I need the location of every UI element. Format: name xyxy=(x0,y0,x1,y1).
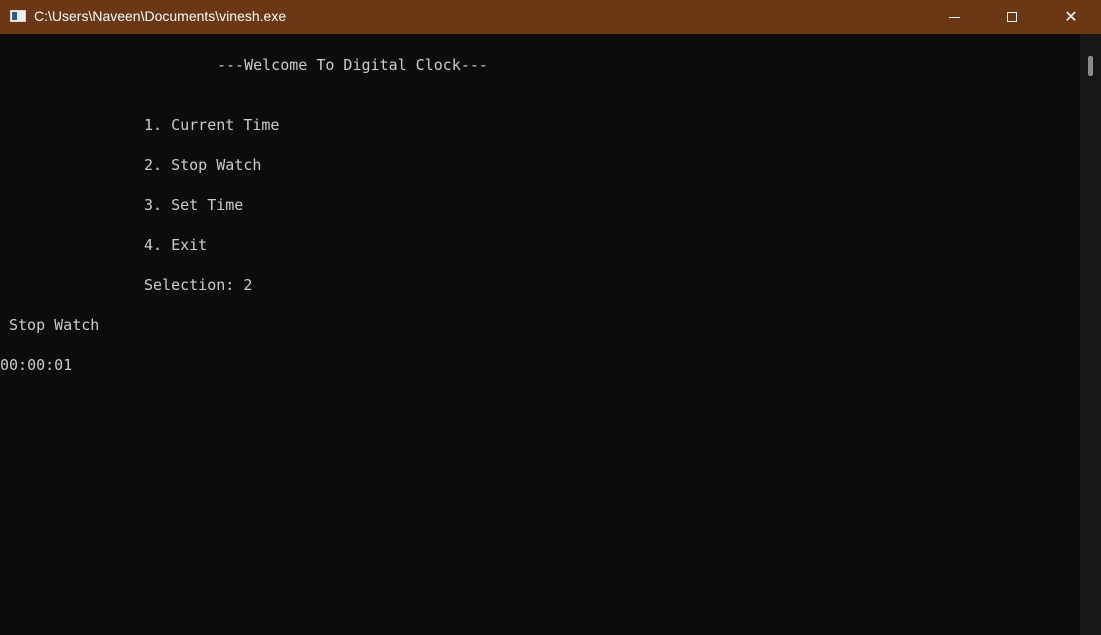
selection-prompt: Selection: 2 xyxy=(144,276,253,294)
console-output[interactable]: ---Welcome To Digital Clock--- 1. Curren… xyxy=(0,34,1080,635)
close-icon: ✕ xyxy=(1064,9,1078,26)
maximize-button[interactable] xyxy=(983,0,1041,34)
mode-label: Stop Watch xyxy=(9,316,100,334)
scrollbar-thumb[interactable] xyxy=(1088,56,1093,76)
close-button[interactable]: ✕ xyxy=(1041,0,1101,34)
menu-item-stop-watch: 2. Stop Watch xyxy=(144,156,262,174)
console-window: C:\Users\Naveen\Documents\vinesh.exe ✕ -… xyxy=(0,0,1101,635)
minimize-button[interactable] xyxy=(925,0,983,34)
menu-item-exit: 4. Exit xyxy=(144,236,208,254)
menu-item-current-time: 1. Current Time xyxy=(144,116,280,134)
maximize-icon xyxy=(1007,12,1017,22)
vertical-scrollbar[interactable] xyxy=(1080,34,1101,635)
console-app-icon xyxy=(10,10,26,22)
icon-bar xyxy=(12,12,17,20)
title-bar[interactable]: C:\Users\Naveen\Documents\vinesh.exe ✕ xyxy=(0,0,1101,34)
stopwatch-timer: 00:00:01 xyxy=(0,356,73,374)
menu-item-set-time: 3. Set Time xyxy=(144,196,244,214)
minimize-icon xyxy=(948,16,960,18)
window-title: C:\Users\Naveen\Documents\vinesh.exe xyxy=(34,8,287,24)
welcome-header: ---Welcome To Digital Clock--- xyxy=(217,56,488,74)
